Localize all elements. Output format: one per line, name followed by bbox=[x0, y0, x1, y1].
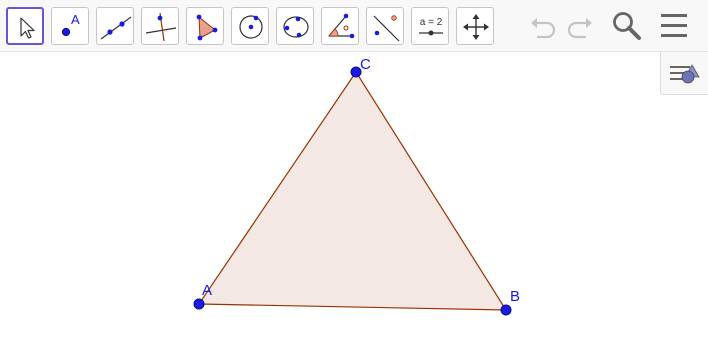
perpendicular-line-icon bbox=[145, 12, 177, 42]
point-a-label: A bbox=[202, 282, 212, 299]
tool-move-view-button[interactable] bbox=[456, 7, 494, 45]
tool-slider-button[interactable]: a = 2 bbox=[411, 7, 449, 45]
undo-icon[interactable] bbox=[527, 10, 559, 42]
angle-icon bbox=[328, 13, 355, 39]
point-c-label: C bbox=[360, 56, 371, 73]
search-icon[interactable] bbox=[611, 10, 643, 42]
redo-icon[interactable] bbox=[564, 10, 596, 42]
tool-move-button[interactable] bbox=[6, 7, 44, 45]
tool-angle-button[interactable] bbox=[321, 7, 359, 45]
tool-perpendicular-button[interactable] bbox=[141, 7, 179, 45]
tool-circle-three-points-button[interactable] bbox=[276, 7, 314, 45]
point-a[interactable] bbox=[193, 298, 205, 310]
circle-through-points-icon bbox=[283, 16, 309, 38]
graphics-view[interactable]: A B C bbox=[0, 53, 708, 349]
line-icon bbox=[100, 16, 132, 40]
tool-reflect-button[interactable] bbox=[366, 7, 404, 45]
move-view-icon bbox=[463, 14, 489, 40]
point-icon-label: A bbox=[71, 12, 80, 27]
move-cursor-icon bbox=[20, 17, 35, 39]
point-icon: A bbox=[61, 12, 80, 37]
hamburger-menu-icon[interactable] bbox=[659, 10, 691, 42]
tool-point-button[interactable]: A bbox=[51, 7, 89, 45]
triangle-polygon[interactable] bbox=[197, 70, 508, 311]
tool-polygon-button[interactable] bbox=[186, 7, 224, 45]
tool-circle-center-button[interactable] bbox=[231, 7, 269, 45]
toolbar: A a = 2 bbox=[0, 0, 708, 52]
tool-line-button[interactable] bbox=[96, 7, 134, 45]
circle-with-center-icon bbox=[239, 15, 263, 39]
polygon-icon bbox=[196, 14, 218, 41]
reflect-icon bbox=[373, 15, 400, 42]
slider-icon: a = 2 bbox=[419, 17, 443, 36]
point-b[interactable] bbox=[500, 304, 512, 316]
point-b-label: B bbox=[510, 288, 520, 305]
slider-icon-label: a = 2 bbox=[420, 17, 443, 28]
